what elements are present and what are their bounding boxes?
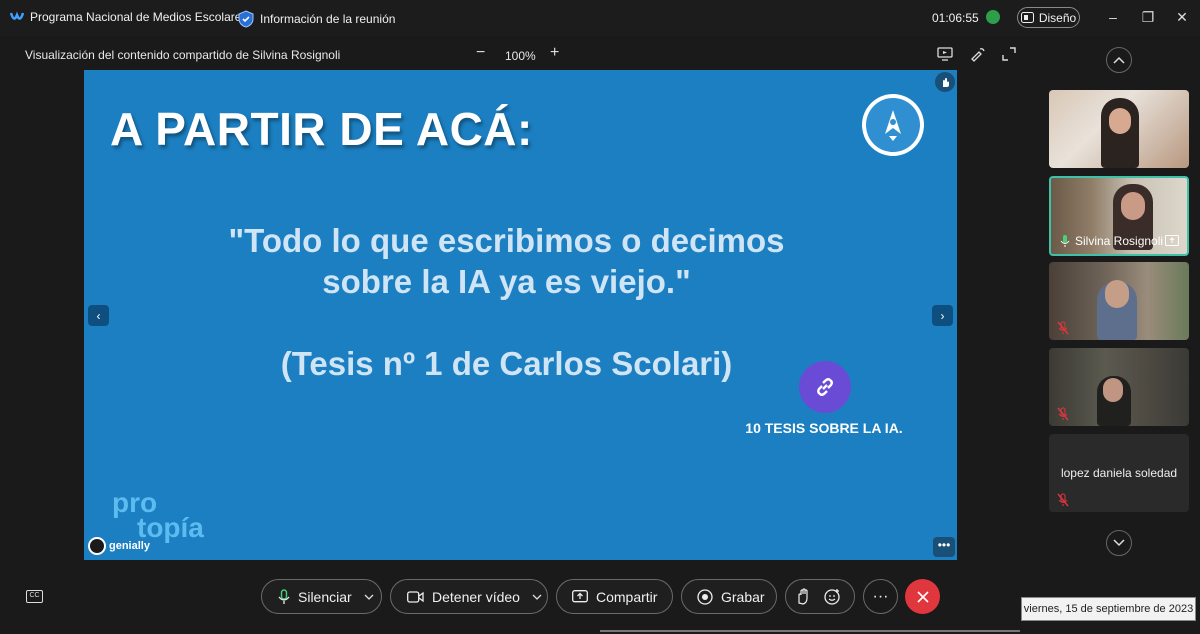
more-options-button[interactable]: ··· (863, 579, 898, 614)
chevron-down-icon[interactable] (364, 594, 374, 600)
annotate-icon[interactable] (970, 46, 986, 62)
genially-label: genially (109, 540, 150, 552)
microphone-on-icon (1060, 235, 1070, 247)
meeting-info-button[interactable]: Información de la reunión (238, 10, 395, 28)
participant-tile[interactable] (1049, 262, 1189, 340)
shared-slide: A PARTIR DE ACÁ: "Todo lo que escribimos… (84, 70, 957, 560)
participant-face (1105, 280, 1129, 308)
share-screen-icon (572, 590, 588, 603)
mute-label: Silenciar (298, 588, 352, 605)
rocket-logo (862, 94, 924, 156)
closed-captions-icon[interactable]: CC (26, 590, 43, 603)
share-label: Compartir (596, 588, 658, 605)
quote-line-2: sobre la IA ya es viejo." (322, 263, 691, 300)
protopia-logo: pro topía (112, 489, 204, 542)
taskbar-divider (600, 630, 1020, 632)
participant-name: lopez daniela soledad (1060, 466, 1178, 480)
participant-tile-active[interactable]: Silvina Rosignoli (1049, 176, 1189, 256)
chevron-down-icon[interactable] (532, 594, 542, 600)
layout-label: Diseño (1038, 10, 1077, 25)
screen-view-icon[interactable] (937, 46, 953, 62)
stop-video-button[interactable]: Detener vídeo (390, 579, 548, 614)
microphone-muted-icon (1057, 493, 1069, 507)
minimize-icon[interactable]: – (1105, 9, 1121, 25)
genially-icon (88, 537, 106, 555)
fullscreen-icon[interactable] (1001, 46, 1017, 62)
record-icon (697, 588, 713, 605)
link-button[interactable] (799, 361, 851, 413)
close-icon (916, 590, 929, 603)
participant-face (1109, 108, 1131, 134)
slide-prev-button[interactable]: ‹ (88, 305, 109, 326)
record-button[interactable]: Grabar (681, 579, 777, 614)
participant-name: Silvina Rosignoli (1075, 234, 1164, 248)
slide-heading: A PARTIR DE ACÁ: (110, 103, 533, 155)
link-icon (817, 378, 833, 396)
slide-more-button[interactable]: ••• (933, 537, 955, 557)
participants-scroll-down-button[interactable] (1106, 530, 1132, 556)
reactions-group (785, 579, 855, 614)
genially-badge[interactable]: genially (88, 537, 150, 555)
chevron-down-icon (1113, 539, 1125, 547)
layout-icon (1020, 12, 1034, 23)
share-button[interactable]: Compartir (556, 579, 673, 614)
raise-hand-icon[interactable] (796, 588, 810, 605)
sharing-screen-icon (1165, 235, 1179, 246)
shield-icon (238, 10, 254, 28)
stop-video-label: Detener vídeo (432, 588, 520, 605)
meeting-info-label: Información de la reunión (260, 12, 396, 26)
microphone-muted-icon (1057, 321, 1069, 335)
leave-meeting-button[interactable] (905, 579, 940, 614)
zoom-out-button[interactable]: − (476, 44, 485, 62)
restore-icon[interactable]: ❐ (1140, 9, 1156, 25)
quote-line-1: "Todo lo que escribimos o decimos (228, 222, 785, 259)
mute-button[interactable]: Silenciar (261, 579, 382, 614)
title-bar: Programa Nacional de Medios Escolares In… (0, 0, 1200, 36)
app-title: Programa Nacional de Medios Escolares (10, 10, 247, 24)
zoom-level[interactable]: 100% (505, 49, 536, 63)
video-camera-icon (407, 590, 424, 603)
slide-next-button[interactable]: › (932, 305, 953, 326)
zoom-in-button[interactable]: + (550, 44, 559, 62)
record-label: Grabar (721, 588, 765, 605)
interaction-icon[interactable] (935, 72, 955, 92)
date-tooltip: viernes, 15 de septiembre de 2023 (1021, 597, 1196, 621)
participant-tile-no-video[interactable]: lopez daniela soledad (1049, 434, 1189, 512)
close-icon[interactable]: ✕ (1174, 9, 1190, 25)
microphone-icon (278, 588, 290, 604)
participant-face (1121, 192, 1145, 220)
app-name: Programa Nacional de Medios Escolares (30, 10, 248, 24)
meeting-clock: 01:06:55 (932, 11, 979, 25)
participant-face (1103, 378, 1123, 402)
microphone-muted-icon (1057, 407, 1069, 421)
participant-tile[interactable] (1049, 348, 1189, 426)
participant-tile[interactable] (1049, 90, 1189, 168)
connection-status-icon (986, 10, 1000, 24)
emoji-reaction-icon[interactable] (824, 588, 841, 605)
participants-scroll-up-button[interactable] (1106, 47, 1132, 73)
layout-button[interactable]: Diseño (1017, 7, 1080, 28)
webex-logo-icon (10, 11, 24, 20)
rocket-icon (885, 110, 901, 141)
share-title: Visualización del contenido compartido d… (25, 48, 341, 62)
link-label[interactable]: 10 TESIS SOBRE LA IA. (734, 420, 914, 436)
chevron-up-icon (1113, 56, 1125, 64)
